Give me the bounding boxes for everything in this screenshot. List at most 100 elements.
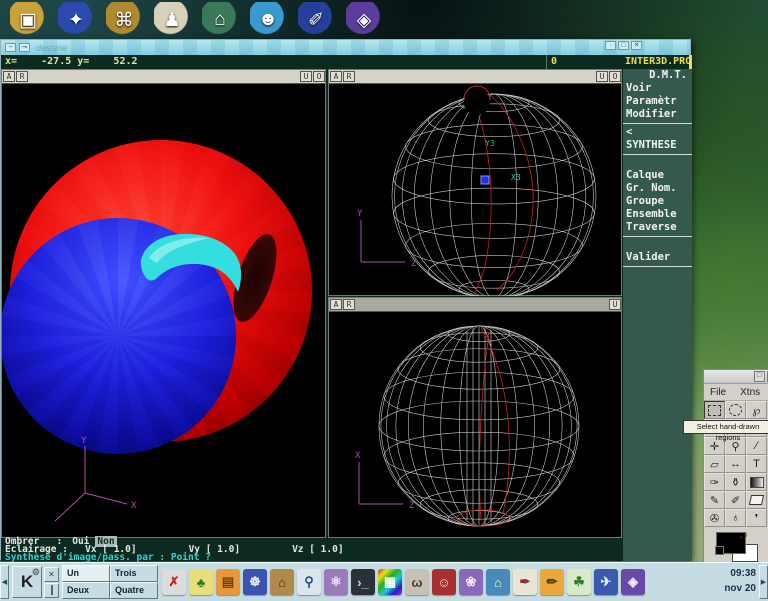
bucket-fill-tool[interactable]: ⚱ xyxy=(725,473,746,491)
gimp-menu-xtns[interactable]: Xtns xyxy=(740,387,760,398)
notes-diamond-icon[interactable]: ◈ xyxy=(621,569,645,595)
panel-hide-right-button[interactable]: ▶ xyxy=(759,565,768,599)
menu-item-valider[interactable]: Valider xyxy=(623,251,692,264)
file-cabinet-icon[interactable]: ▤ xyxy=(216,569,240,595)
svg-text:X3: X3 xyxy=(511,173,521,182)
menu-item-calque[interactable]: Calque xyxy=(623,169,692,182)
gimp-titlebar[interactable]: □ ✕ xyxy=(704,370,768,384)
pager-desktop-un[interactable]: Un xyxy=(62,565,110,582)
flip-tool[interactable]: ↔ xyxy=(725,455,746,473)
aktion-player-icon[interactable]: ☺ xyxy=(432,569,456,595)
default-colors-icon[interactable] xyxy=(715,546,724,555)
menu-item-traverse[interactable]: Traverse xyxy=(623,221,692,234)
leaf-notes-icon[interactable]: ☘ xyxy=(567,569,591,595)
color-picker-tool[interactable]: ✑ xyxy=(704,473,725,491)
viewport-button-r[interactable]: R xyxy=(343,71,355,82)
viewport-button-u[interactable]: U xyxy=(596,71,608,82)
help-wheel-icon[interactable]: ☸ xyxy=(243,569,267,595)
viewport-main-header[interactable]: A R U O xyxy=(2,70,325,84)
menu-item-parametr[interactable]: Paramètr xyxy=(623,95,692,108)
menu-item-gr-nom[interactable]: Gr. Nom. xyxy=(623,182,692,195)
app-titlebar[interactable]: − ⊸ dessine · □ ✕ xyxy=(1,40,690,55)
minimize-icon[interactable]: − xyxy=(5,43,16,52)
convolve-tool[interactable]: ❜ xyxy=(746,509,767,527)
viewport-button-o[interactable]: O xyxy=(609,71,621,82)
foreground-color-swatch[interactable]: ⤾ xyxy=(716,532,746,554)
close-button[interactable]: ✕ xyxy=(631,41,642,50)
transform-tool[interactable]: ▱ xyxy=(704,455,725,473)
viewport-button-u[interactable]: U xyxy=(609,299,621,310)
ant-icon[interactable]: ☻ xyxy=(250,2,286,38)
toolbox-home-icon[interactable]: ⌂ xyxy=(270,569,294,595)
wireframe-canvas-bottom[interactable]: X Z xyxy=(329,312,621,538)
viewport-top-header[interactable]: A R U O xyxy=(329,70,621,84)
sticky-pin-icon[interactable]: ⊸ xyxy=(19,43,30,52)
command-prompt[interactable]: Synthèse d'image/pass. par : Point ? xyxy=(5,554,623,562)
maximize-button[interactable]: □ xyxy=(618,41,629,50)
main-3d-canvas[interactable]: Y X xyxy=(2,84,325,538)
kvt-book-icon[interactable]: ✗ xyxy=(162,569,186,595)
menu-item-ensemble[interactable]: Ensemble xyxy=(623,208,692,221)
tux-penguin-icon[interactable]: ♟ xyxy=(154,2,190,38)
find-files-icon[interactable]: ⚲ xyxy=(297,569,321,595)
pager-desktop-deux[interactable]: Deux xyxy=(62,582,110,599)
viewport-button-r[interactable]: R xyxy=(16,71,28,82)
menu-item-dmt[interactable]: D.M.T. xyxy=(623,69,692,82)
blend-tool[interactable] xyxy=(746,473,767,491)
globe-pen-icon[interactable]: ✈ xyxy=(594,569,618,595)
window-list-button[interactable]: ✕ xyxy=(44,567,59,582)
ellipse-select-tool[interactable] xyxy=(725,401,746,419)
network-molecule-icon[interactable]: ⚛ xyxy=(324,569,348,595)
viewport-main: A R U O Y X xyxy=(1,69,326,538)
viewport-top-right: A R U O Y3 X3 Y Z xyxy=(328,69,622,296)
pager-desktop-trois[interactable]: Trois xyxy=(110,565,158,582)
viewport-button-a[interactable]: A xyxy=(330,71,342,82)
sports-logo-icon[interactable]: ✦ xyxy=(58,2,94,38)
terminal-dark-icon[interactable]: ›_ xyxy=(351,569,375,595)
k-menu-button[interactable]: ⚙ K xyxy=(12,566,42,598)
swap-colors-icon[interactable]: ⤾ xyxy=(740,531,748,542)
gimp-menu-file[interactable]: File xyxy=(710,387,726,398)
airbrush-tool[interactable]: ✇ xyxy=(704,509,725,527)
eraser-tool[interactable] xyxy=(746,491,767,509)
viewport-button-r[interactable]: R xyxy=(343,299,355,310)
pager-desktop-quatre[interactable]: Quatre xyxy=(110,582,158,599)
orange-pencil-icon[interactable]: ✏ xyxy=(540,569,564,595)
package-icon[interactable]: ▣ xyxy=(10,2,46,38)
viewport-button-o[interactable]: O xyxy=(313,71,325,82)
wireframe-canvas-top[interactable]: Y3 X3 Y Z xyxy=(329,84,621,296)
tool-tooltip: Select hand-drawn regions xyxy=(683,420,768,434)
clone-tool[interactable]: ♁ xyxy=(725,509,746,527)
command-menu-panel: INTER3D.PRO D.M.T. Voir Paramètr Modifie… xyxy=(623,55,692,561)
panel-hide-left-button[interactable]: ◀ xyxy=(0,565,9,599)
viewport-button-a[interactable]: A xyxy=(3,71,15,82)
kde-flowers-icon[interactable]: ❀ xyxy=(459,569,483,595)
shade-button[interactable]: · xyxy=(605,41,616,50)
rect-select-tool[interactable] xyxy=(704,401,725,419)
quill-pen-icon[interactable]: ✒ xyxy=(513,569,537,595)
home-globe-icon[interactable]: ⌂ xyxy=(202,2,238,38)
gimp-wilber-icon[interactable]: ω xyxy=(405,569,429,595)
menu-item-modifier[interactable]: Modifier xyxy=(623,108,692,121)
paintbrush-tool[interactable]: ✐ xyxy=(725,491,746,509)
home-globe-icon[interactable]: ⌂ xyxy=(486,569,510,595)
notes-diamond-icon[interactable]: ◈ xyxy=(346,2,382,38)
desktop-palm-icon[interactable]: ♣ xyxy=(189,569,213,595)
viewport-bottom-header[interactable]: A R U xyxy=(329,298,621,312)
lock-screen-button[interactable] xyxy=(44,583,59,598)
gimp-maximize-icon[interactable]: □ xyxy=(754,371,765,382)
crop-tool[interactable]: ∕ xyxy=(746,437,767,455)
viewport-button-a[interactable]: A xyxy=(330,299,342,310)
menu-item-groupe[interactable]: Groupe xyxy=(623,195,692,208)
rocket-pen-icon[interactable]: ✐ xyxy=(298,2,334,38)
panel-clock[interactable]: 09:38 nov 20 xyxy=(724,566,756,596)
menu-item-back[interactable]: < xyxy=(623,126,692,139)
viewport-button-u[interactable]: U xyxy=(300,71,312,82)
menu-item-synthese[interactable]: SYNTHESE xyxy=(623,139,692,152)
keys-cards-icon[interactable]: ⌘ xyxy=(106,2,142,38)
free-select-tool[interactable]: ℘ xyxy=(746,401,767,419)
pencil-tool[interactable]: ✎ xyxy=(704,491,725,509)
text-tool[interactable]: T xyxy=(746,455,767,473)
menu-item-voir[interactable]: Voir xyxy=(623,82,692,95)
color-palette-icon[interactable]: ▦ xyxy=(378,569,402,595)
